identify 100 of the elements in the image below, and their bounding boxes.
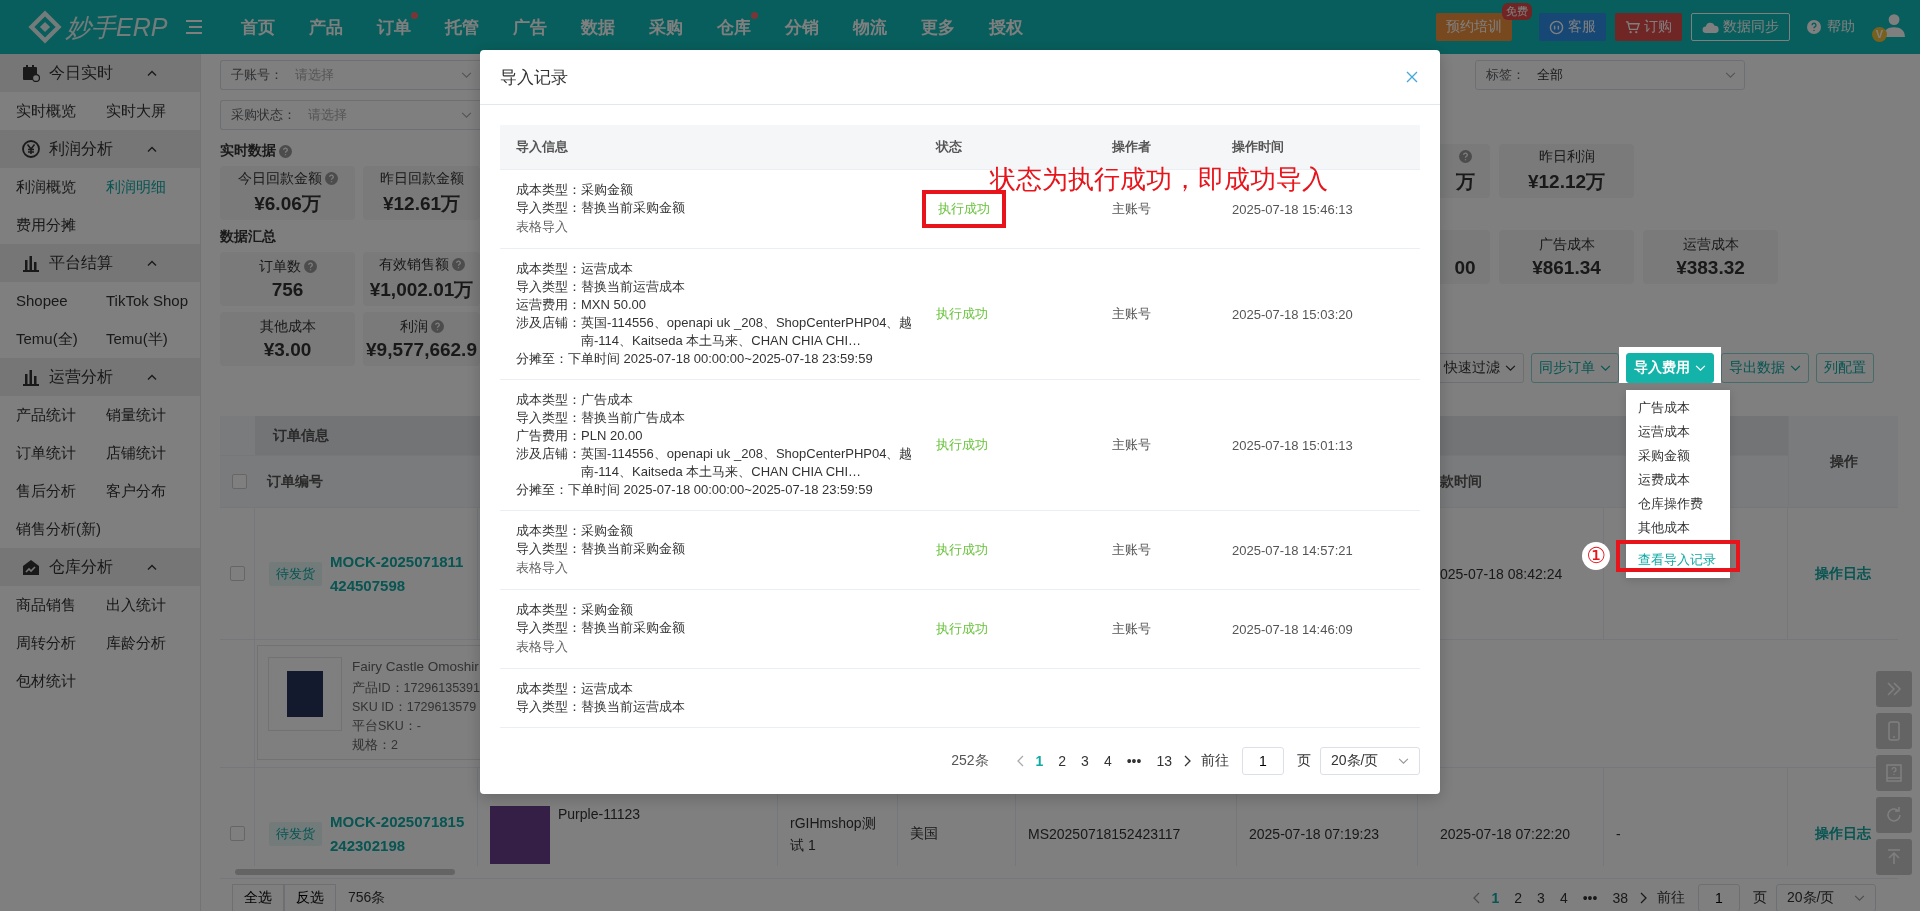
help-icon — [324, 172, 338, 185]
refresh-icon — [1884, 805, 1904, 825]
customer-service-button[interactable]: 客服 — [1539, 13, 1606, 41]
info-value: 运营成本 — [581, 680, 633, 698]
previous-page-icon[interactable] — [1015, 755, 1024, 767]
previous-page-icon[interactable] — [1471, 892, 1480, 904]
sidebar-item[interactable]: 周转分析 — [16, 624, 106, 662]
sidebar-item[interactable]: 店铺统计 — [106, 434, 210, 472]
section-title: 数据汇总 — [220, 228, 276, 246]
menu-item[interactable]: 运营成本 — [1626, 420, 1730, 444]
sidebar-item[interactable]: 费用分摊 — [16, 206, 106, 244]
sidebar-item[interactable]: 销量统计 — [106, 396, 210, 434]
scrollbar-thumb[interactable] — [235, 869, 455, 875]
stat-label: 广告成本 — [1538, 235, 1595, 254]
page-button[interactable]: 4 — [1556, 890, 1571, 906]
checkbox[interactable] — [229, 826, 245, 841]
sidebar-item[interactable]: 包材统计 — [16, 662, 106, 700]
page-button[interactable]: 2 — [1055, 753, 1070, 769]
sidebar-section-header[interactable]: 利润分析 — [0, 130, 200, 168]
page-button[interactable]: 4 — [1100, 753, 1115, 769]
page-button[interactable]: 1 — [1032, 753, 1047, 769]
sidebar-item[interactable]: 产品统计 — [16, 396, 106, 434]
sidebar-section-title: 仓库分析 — [49, 556, 114, 577]
status-text: 执行成功 — [936, 436, 988, 454]
table-cell: 2025-07-18 07:22:20 — [1440, 825, 1570, 842]
status-text: 执行成功 — [936, 620, 988, 638]
invert-selection-button[interactable]: 反选 — [284, 884, 336, 911]
collapse-button[interactable] — [1876, 671, 1912, 707]
page-button[interactable]: 38 — [1609, 890, 1631, 906]
sidebar-item[interactable]: TikTok Shop — [106, 282, 210, 320]
sidebar-item[interactable]: 订单统计 — [16, 434, 106, 472]
sidebar-section-header[interactable]: 平台结算 — [0, 244, 200, 282]
time-text: 2025-07-18 15:46:13 — [1232, 201, 1353, 217]
page-button[interactable]: 3 — [1078, 753, 1092, 769]
info-label: 导入类型： — [516, 540, 581, 558]
page-button[interactable]: ••• — [1579, 890, 1601, 906]
menu-item[interactable]: 其他成本 — [1626, 516, 1730, 540]
page-input[interactable]: 1 — [1242, 747, 1284, 775]
info-label: 成本类型： — [516, 260, 581, 278]
sidebar-item[interactable]: 实时概览 — [16, 92, 106, 130]
sidebar-section-header[interactable]: 今日实时 — [0, 54, 200, 92]
stat-value: ¥12.12万 — [1527, 169, 1606, 194]
column-header: 操作时间 — [1231, 138, 1285, 156]
refresh-button[interactable] — [1876, 797, 1912, 833]
mobile-button[interactable] — [1876, 713, 1912, 749]
help-center-button[interactable] — [1876, 755, 1912, 791]
operator-text: 主账号 — [1112, 200, 1151, 218]
page-size-select[interactable]: 20条/页 — [1320, 747, 1420, 775]
stat-value: ¥6.06万 — [254, 191, 321, 216]
stat-value: ¥12.61万 — [382, 191, 461, 216]
sidebar-item[interactable]: Temu(全) — [16, 320, 106, 358]
total-count: 252条 — [951, 752, 989, 770]
back-to-top-button[interactable] — [1876, 839, 1912, 875]
stat-value: 万 — [1455, 169, 1475, 194]
close-icon[interactable] — [1406, 71, 1418, 83]
sidebar-item[interactable]: 利润概览 — [16, 168, 106, 206]
page-button[interactable]: 2 — [1511, 890, 1526, 906]
page-size-select[interactable]: 20条/页 — [1776, 884, 1876, 911]
photo-placeholder — [287, 671, 323, 717]
toolbar-button[interactable]: 快速过滤 — [1440, 353, 1524, 383]
column-header: 状态 — [934, 138, 963, 156]
tag-select[interactable]: 标签： 全部 — [1475, 60, 1745, 90]
sidebar-item[interactable]: 实时大屏 — [106, 92, 210, 130]
cloud-icon — [1702, 20, 1719, 34]
info-value: 下单时间 2025-07-18 00:00:00~2025-07-18 23:59:59 — [568, 350, 873, 368]
purchase-button[interactable]: 订购 — [1615, 13, 1682, 41]
table-cell: 美国 — [910, 824, 938, 843]
toolbar-button[interactable]: 导入费用 — [1626, 353, 1714, 383]
sidebar-item[interactable]: Shopee — [16, 282, 106, 320]
menu-item[interactable]: 仓库操作费 — [1626, 492, 1730, 516]
sidebar-item[interactable]: 库龄分析 — [106, 624, 210, 662]
table-cell: 2025-07-18 07:19:23 — [1249, 825, 1379, 842]
checkbox[interactable] — [232, 474, 247, 489]
page-button[interactable]: ••• — [1123, 753, 1145, 769]
sidebar-item[interactable]: Temu(半) — [106, 320, 210, 358]
page-input[interactable]: 1 — [1698, 884, 1740, 911]
sidebar-item[interactable]: 销售分析(新) — [16, 510, 106, 548]
section-title: 实时数据 — [220, 142, 276, 160]
info-value: 替换当前采购金额 — [581, 199, 685, 217]
column-header: 操作者 — [1111, 138, 1152, 156]
select-all-button[interactable]: 全选 — [232, 884, 284, 911]
sidebar-item[interactable]: 客户分布 — [106, 472, 210, 510]
cart-icon — [1625, 19, 1640, 35]
sidebar-item[interactable]: 售后分析 — [16, 472, 106, 510]
dialog-title: 导入记录 — [500, 66, 568, 89]
next-page-icon[interactable] — [1184, 755, 1192, 767]
page-button[interactable]: 13 — [1153, 753, 1175, 769]
page-button[interactable]: 3 — [1534, 890, 1548, 906]
bar-chart-icon — [22, 368, 40, 386]
operator-text: 主账号 — [1112, 436, 1151, 454]
sidebar-section-header[interactable]: 运营分析 — [0, 358, 200, 396]
info-value: 运营成本 — [581, 260, 633, 278]
menu-item[interactable]: 查看导入记录 — [1616, 540, 1740, 572]
menu-icon[interactable] — [186, 20, 202, 34]
info-label: 分摊至： — [516, 350, 568, 368]
checkbox[interactable] — [229, 566, 245, 581]
sidebar-item[interactable]: 商品销售 — [16, 586, 106, 624]
sidebar-section-header[interactable]: 仓库分析 — [0, 548, 200, 586]
menu-item[interactable]: 运费成本 — [1626, 468, 1730, 492]
sidebar-item[interactable]: 出入统计 — [106, 586, 210, 624]
